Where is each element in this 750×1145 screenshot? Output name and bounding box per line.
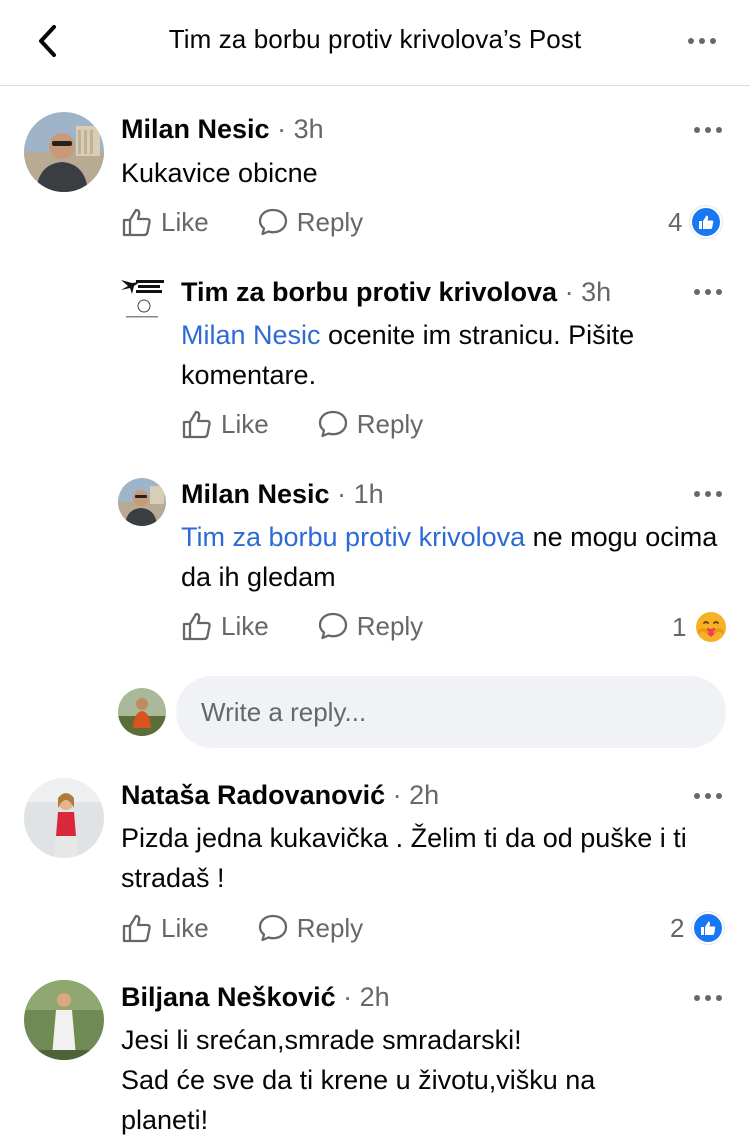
thumbs-up-icon [122, 208, 151, 237]
current-user-avatar [118, 688, 166, 736]
comment-text: Tim za borbu protiv krivolova ne mogu oc… [181, 517, 726, 597]
comment-header: Milan Nesic · 1h [181, 479, 384, 510]
reply-input[interactable]: Write a reply... [176, 676, 726, 748]
comment-actions: Like Reply [181, 408, 423, 440]
reaction-count: 1 [672, 611, 687, 642]
avatar[interactable] [24, 778, 104, 858]
more-horizontal-icon [688, 38, 716, 44]
mention-link[interactable]: Tim za borbu protiv krivolova [181, 522, 525, 552]
like-reaction-icon [692, 912, 725, 944]
like-button[interactable]: Like [121, 912, 209, 944]
reply-placeholder: Write a reply... [201, 697, 367, 727]
like-button[interactable]: Like [121, 206, 209, 238]
reply-label: Reply [296, 912, 364, 943]
comment-header: Biljana Nešković · 2h [121, 982, 390, 1013]
timestamp[interactable]: 3h [581, 277, 611, 307]
reply-button[interactable]: Reply [257, 206, 363, 238]
separator: · [277, 114, 287, 144]
reply-button[interactable]: Reply [257, 912, 363, 944]
reaction-count: 2 [670, 912, 685, 943]
comment-more-button[interactable] [688, 280, 728, 304]
page-logo-avatar[interactable] [118, 276, 166, 324]
comment-text: Kukavice obicne [121, 158, 318, 188]
more-horizontal-icon [694, 289, 722, 295]
comment-text: Jesi li srećan,smrade smradarski! Sad će… [121, 1020, 681, 1140]
like-label: Like [221, 610, 269, 641]
reply-button[interactable]: Reply [317, 408, 423, 440]
thumbs-up-icon [122, 914, 151, 943]
reaction-count: 4 [668, 206, 683, 237]
speech-bubble-icon [258, 914, 287, 942]
mention-link[interactable]: Milan Nesic [181, 320, 321, 350]
more-horizontal-icon [694, 995, 722, 1001]
author-name[interactable]: Biljana Nešković [121, 982, 336, 1012]
avatar[interactable] [118, 478, 166, 526]
timestamp[interactable]: 3h [294, 114, 324, 144]
comment-more-button[interactable] [688, 118, 728, 142]
like-button[interactable]: Like [181, 408, 269, 440]
page-title: Tim za borbu protiv krivolova’s Post [168, 24, 582, 54]
comment-actions: Like Reply [121, 912, 363, 944]
like-label: Like [161, 912, 209, 943]
like-label: Like [161, 206, 209, 237]
comment-header: Tim za borbu protiv krivolova · 3h [181, 277, 611, 308]
comment-text: Pizda jedna kukavička . Želim ti da od p… [121, 823, 687, 893]
like-button[interactable]: Like [181, 610, 269, 642]
timestamp[interactable]: 1h [354, 479, 384, 509]
author-name[interactable]: Nataša Radovanović [121, 780, 385, 810]
speech-bubble-icon [318, 410, 347, 438]
author-name[interactable]: Milan Nesic [181, 479, 330, 509]
avatar[interactable] [24, 112, 104, 192]
comment-text: Milan Nesic ocenite im stranicu. Pišite … [181, 315, 721, 395]
comment-actions: Like Reply [181, 610, 423, 642]
author-name[interactable]: Milan Nesic [121, 114, 270, 144]
timestamp[interactable]: 2h [360, 982, 390, 1012]
reply-label: Reply [356, 408, 424, 439]
reaction-summary[interactable]: 2 [670, 912, 725, 944]
more-horizontal-icon [694, 793, 722, 799]
like-reaction-icon [690, 206, 723, 238]
separator: · [343, 982, 353, 1012]
reply-label: Reply [356, 610, 424, 641]
like-label: Like [221, 408, 269, 439]
separator: · [564, 277, 574, 307]
comment-header: Nataša Radovanović · 2h [121, 780, 439, 811]
thumbs-up-icon [182, 612, 211, 641]
care-reaction-icon [694, 610, 728, 644]
separator: · [392, 780, 402, 810]
avatar[interactable] [24, 980, 104, 1060]
comment-more-button[interactable] [688, 482, 728, 506]
more-horizontal-icon [694, 491, 722, 497]
comment-actions: Like Reply [121, 206, 363, 238]
comment-header: Milan Nesic · 3h [121, 114, 324, 145]
reply-label: Reply [296, 206, 364, 237]
post-header: Tim za borbu protiv krivolova’s Post [0, 0, 750, 86]
comment-more-button[interactable] [688, 784, 728, 808]
speech-bubble-icon [318, 612, 347, 640]
comment-text-line: Sad će sve da ti krene u životu,višku na… [121, 1065, 596, 1135]
author-name[interactable]: Tim za borbu protiv krivolova [181, 277, 557, 307]
timestamp[interactable]: 2h [409, 780, 439, 810]
reaction-summary[interactable]: 4 [668, 206, 723, 238]
more-options-button[interactable] [684, 26, 720, 56]
speech-bubble-icon [258, 208, 287, 236]
more-horizontal-icon [694, 127, 722, 133]
separator: · [337, 479, 347, 509]
thumbs-up-icon [182, 410, 211, 439]
comment-text-line: Jesi li srećan,smrade smradarski! [121, 1025, 522, 1055]
reaction-summary[interactable]: 1 [672, 610, 728, 644]
reply-button[interactable]: Reply [317, 610, 423, 642]
comment-more-button[interactable] [688, 986, 728, 1010]
